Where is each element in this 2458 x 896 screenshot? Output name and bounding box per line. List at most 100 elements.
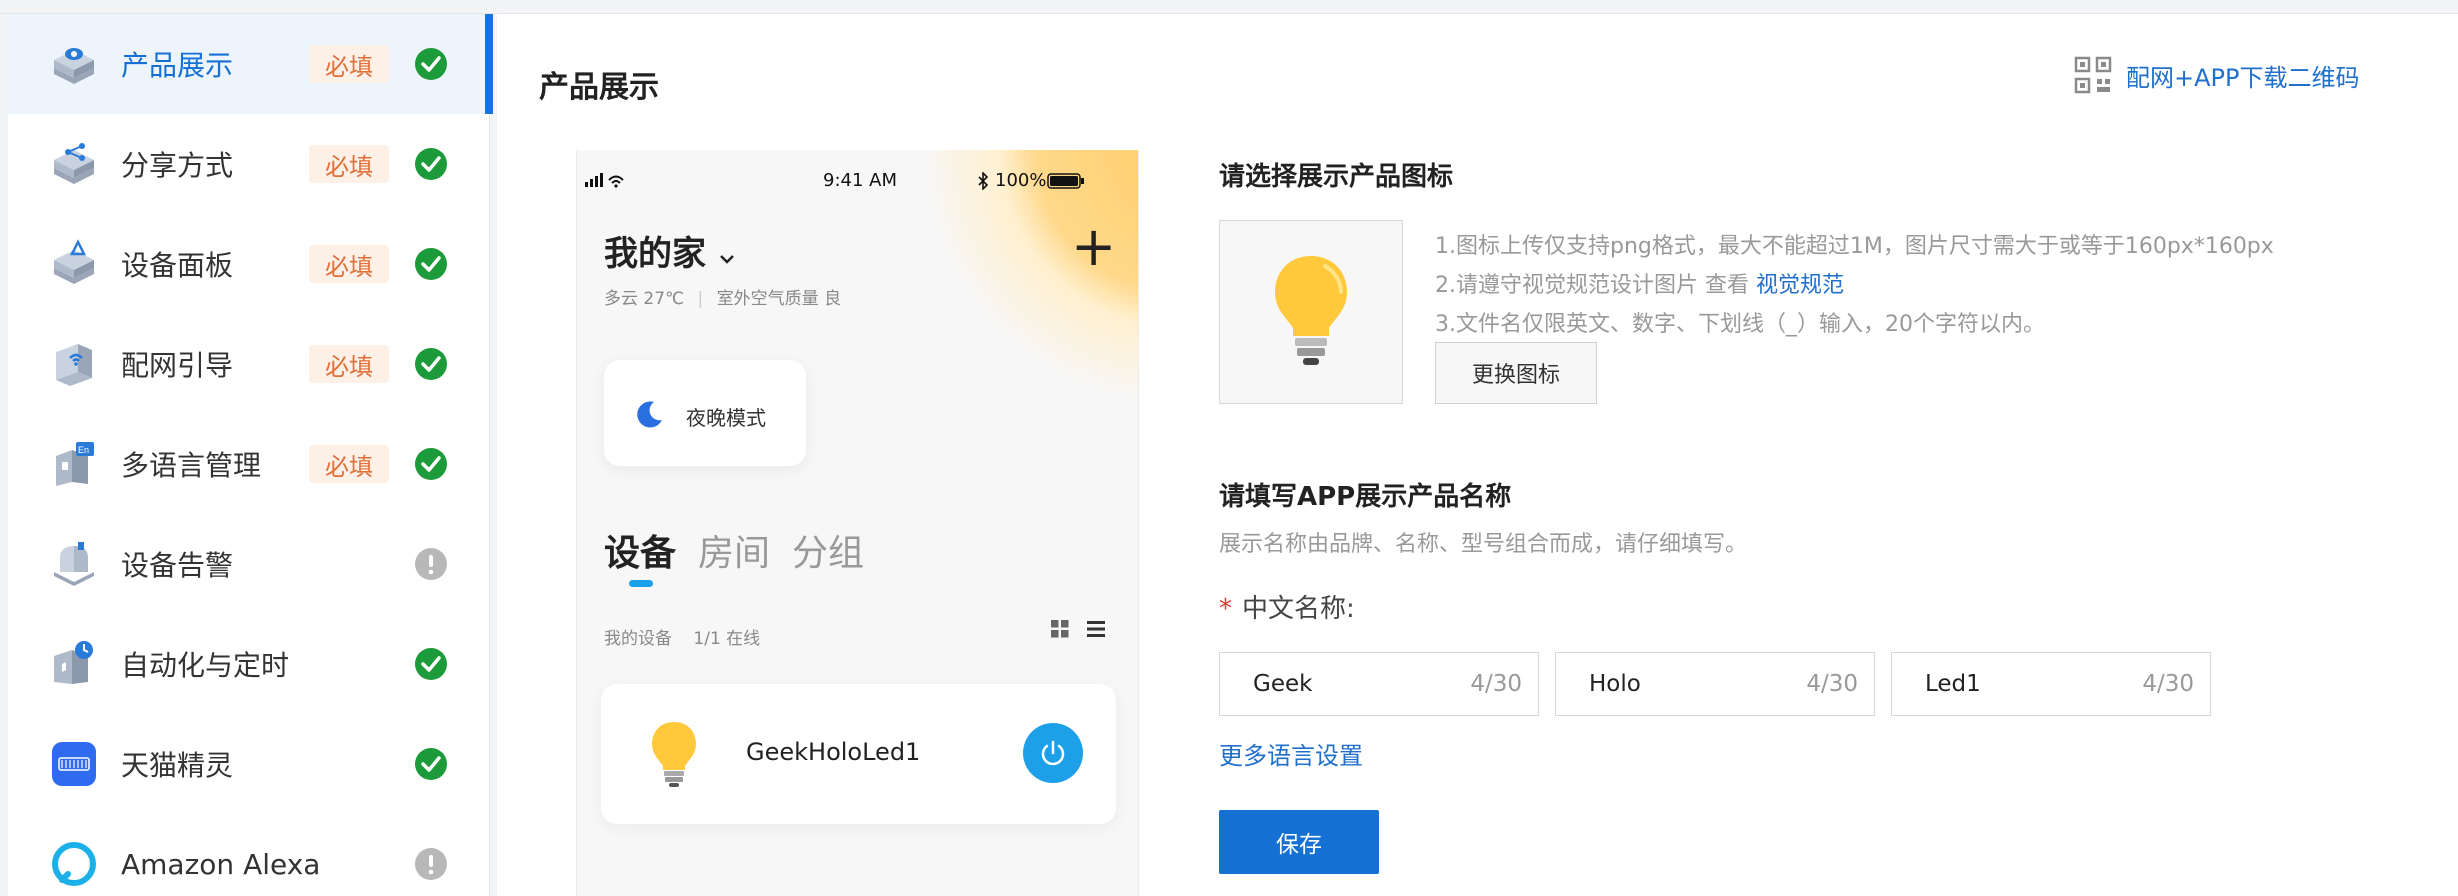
sidebar-item-tmall-genie[interactable]: 天猫精灵 [8, 714, 490, 814]
required-badge: 必填 [309, 245, 389, 283]
check-circle-icon [415, 48, 447, 80]
device-card: GeekHoloLed1 [601, 684, 1116, 824]
product-display-icon [54, 48, 94, 84]
check-circle-icon [415, 248, 447, 280]
sidebar-item-share[interactable]: 分享方式 必填 [8, 114, 490, 214]
phone-tab-groups: 分组 [792, 533, 865, 574]
view-toggle [1051, 620, 1105, 638]
sidebar-item-label: 自动化与定时 [121, 649, 290, 682]
moon-icon [637, 401, 662, 428]
bulb-icon [1275, 256, 1347, 365]
name-count: 4/30 [1806, 671, 1858, 697]
model-input[interactable]: Led1 4/30 [1891, 652, 2211, 716]
icon-section-title: 请选择展示产品图标 [1219, 162, 1454, 192]
page-title: 产品展示 [539, 70, 659, 105]
sidebar-item-device-panel[interactable]: 设备面板 必填 [8, 214, 490, 314]
chevron-down-icon [719, 255, 734, 264]
share-icon [54, 143, 94, 184]
name-input[interactable]: Holo 4/30 [1555, 652, 1875, 716]
list-view-icon [1087, 621, 1105, 637]
sidebar: 产品展示 必填 分享方式 必填 设备面板 必填 配网引导 必填 En 多语言管理… [8, 14, 493, 896]
chinese-name-label: * 中文名称: [1219, 588, 1355, 625]
my-devices-label: 我的设备 [604, 629, 672, 649]
icon-help-3: 3.文件名仅限英文、数字、下划线（_）输入，20个字符以内。 [1435, 312, 2045, 337]
required-badge: 必填 [309, 45, 389, 83]
sidebar-item-label: 多语言管理 [121, 449, 262, 482]
check-circle-icon [415, 448, 447, 480]
bulb-icon [652, 722, 696, 787]
phone-time: 9:41 AM [823, 170, 897, 191]
warning-circle-icon [415, 848, 447, 880]
network-guide-icon [56, 344, 92, 386]
more-language-link[interactable]: 更多语言设置 [1219, 736, 1363, 771]
home-title-text: 我的家 [604, 234, 706, 274]
sidebar-item-label: 分享方式 [121, 149, 234, 182]
sidebar-item-label: 设备面板 [121, 249, 234, 282]
phone-preview: 9:41 AM 100% 我的家 + 多云 27℃ | 室外空气质量 良 夜晚模… [576, 150, 1139, 896]
phone-home-title: 我的家 [604, 226, 736, 275]
visual-spec-link[interactable]: 视觉规范 [1756, 273, 1844, 298]
language-icon: En [56, 442, 94, 486]
night-mode-card: 夜晚模式 [604, 360, 806, 466]
main-panel: 产品展示 配网+APP下载二维码 9:41 AM 100% 我的家 + 多云 2… [497, 14, 2458, 896]
phone-tabs: 设备 房间 分组 [604, 524, 886, 576]
sidebar-item-label: 配网引导 [121, 349, 234, 382]
brand-input[interactable]: Geek 4/30 [1219, 652, 1539, 716]
sidebar-item-network-guide[interactable]: 配网引导 必填 [8, 314, 490, 414]
check-circle-icon [415, 348, 447, 380]
sidebar-item-language[interactable]: En 多语言管理 必填 [8, 414, 490, 514]
phone-tab-devices: 设备 [604, 533, 677, 574]
icon-help-1: 1.图标上传仅支持png格式，最大不能超过1M，图片尺寸需大于或等于160px*… [1435, 234, 2274, 259]
device-alarm-icon [54, 542, 94, 586]
sidebar-item-automation[interactable]: 自动化与定时 [8, 614, 490, 714]
alexa-icon [52, 842, 96, 886]
online-count: 1/1 在线 [693, 629, 761, 649]
sidebar-item-label: 设备告警 [121, 549, 234, 582]
device-panel-icon [54, 239, 94, 284]
qr-code-icon [2074, 56, 2112, 94]
name-section-desc: 展示名称由品牌、名称、型号组合而成，请仔细填写。 [1219, 532, 1748, 557]
required-badge: 必填 [309, 345, 389, 383]
sidebar-item-label: Amazon Alexa [121, 847, 321, 881]
signal-wifi-icon [585, 173, 624, 188]
top-border [0, 0, 2458, 14]
icon-help-2: 2.请遵守视觉规范设计图片 查看 视觉规范 [1435, 267, 1844, 299]
automation-icon [54, 641, 93, 684]
chinese-name-label-text: 中文名称: [1242, 594, 1355, 624]
air-quality-text: 室外空气质量 良 [716, 289, 842, 309]
power-button [1023, 723, 1083, 783]
check-circle-icon [415, 148, 447, 180]
weather-line: 多云 27℃ | 室外空气质量 良 [604, 289, 842, 309]
required-badge: 必填 [309, 145, 389, 183]
bluetooth-icon [978, 172, 989, 190]
change-icon-button[interactable]: 更换图标 [1435, 342, 1597, 404]
check-circle-icon [415, 748, 447, 780]
power-icon [1041, 740, 1065, 766]
add-icon: + [1071, 215, 1117, 278]
name-section-title: 请填写APP展示产品名称 [1219, 482, 1512, 512]
qr-link-label: 配网+APP下载二维码 [2126, 63, 2360, 92]
save-button[interactable]: 保存 [1219, 810, 1379, 874]
battery-icon [1047, 173, 1084, 189]
tab-indicator [629, 580, 653, 587]
brand-count: 4/30 [1470, 671, 1522, 697]
tmall-genie-icon [52, 742, 96, 786]
qr-code-link[interactable]: 配网+APP下载二维码 [2074, 56, 2359, 94]
model-value: Led1 [1925, 671, 1981, 697]
sidebar-item-device-alarm[interactable]: 设备告警 [8, 514, 490, 614]
sidebar-item-label: 产品展示 [121, 49, 234, 82]
app-root: 产品展示 必填 分享方式 必填 设备面板 必填 配网引导 必填 En 多语言管理… [0, 0, 2458, 896]
product-icon-preview[interactable] [1219, 220, 1403, 404]
device-meta: 我的设备 1/1 在线 [604, 624, 760, 649]
name-value: Holo [1589, 671, 1641, 697]
svg-text:En: En [78, 445, 89, 455]
night-mode-label: 夜晚模式 [686, 406, 766, 430]
check-circle-icon [415, 648, 447, 680]
sidebar-item-label: 天猫精灵 [121, 749, 234, 782]
grid-view-icon [1051, 620, 1069, 638]
required-asterisk: * [1219, 594, 1232, 624]
sidebar-item-product-display[interactable]: 产品展示 必填 [8, 14, 493, 114]
model-count: 4/30 [2142, 671, 2194, 697]
icon-help-2-text: 2.请遵守视觉规范设计图片 查看 [1435, 273, 1756, 298]
sidebar-item-amazon-alexa[interactable]: Amazon Alexa [8, 814, 490, 896]
